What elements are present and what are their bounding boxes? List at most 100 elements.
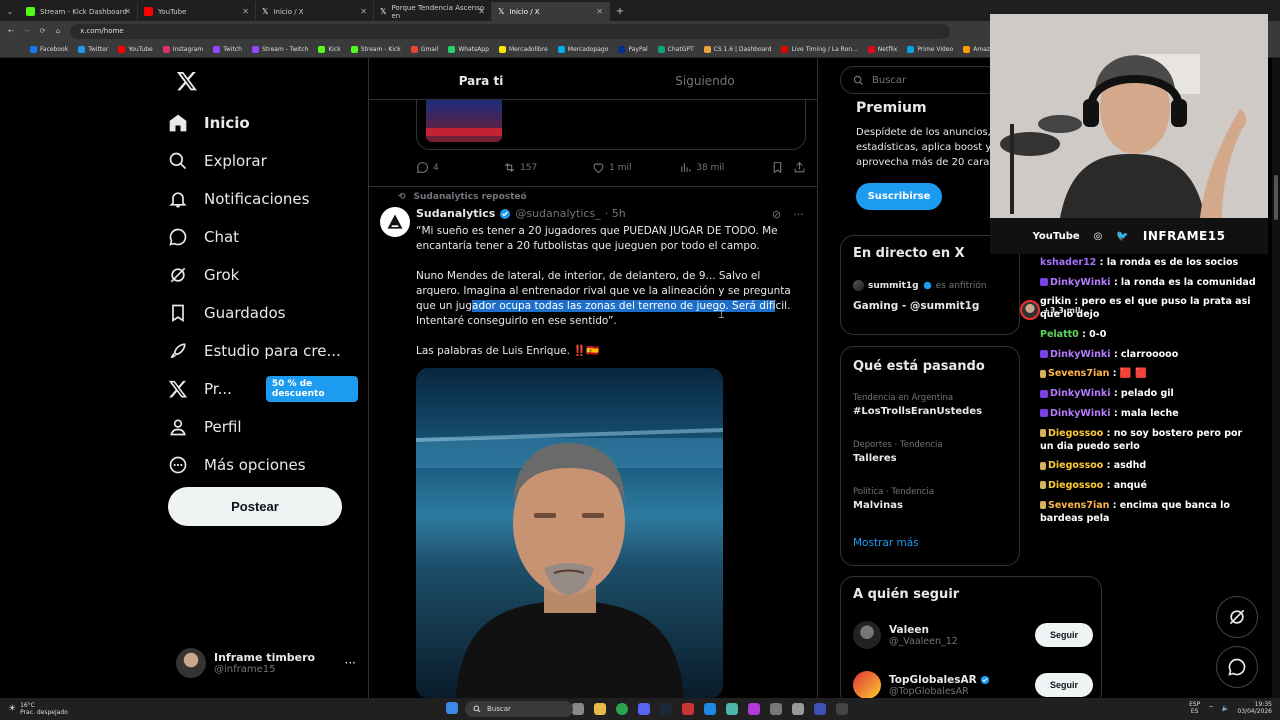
bookmark-item[interactable]: Instagram [162,45,203,53]
author-name[interactable]: Sudanalytics [416,207,495,220]
back-icon[interactable]: ← [8,27,14,35]
previous-post-thumbnail[interactable] [426,100,502,142]
app-icon[interactable] [726,703,738,715]
post-image[interactable] [416,368,723,698]
messages-floating-button[interactable] [1216,646,1258,688]
bookmark-item[interactable]: Twitter [78,45,108,53]
views-button[interactable]: 38 mil [679,161,771,174]
post-time[interactable]: · 5h [605,207,626,220]
bookmark-item[interactable]: WhatsApp [448,45,489,53]
nav-item-chat[interactable]: Chat [168,218,358,256]
app-icon[interactable] [836,703,848,715]
subscribe-button[interactable]: Suscribirse [856,183,942,210]
tab-kick-dashboard[interactable]: Stream - Kick Dashboard ✕ [20,2,138,21]
bookmark-item[interactable]: Stream - Kick [350,45,401,53]
app-icon[interactable] [748,703,760,715]
app-icon[interactable] [792,703,804,715]
tab-following[interactable]: Siguiendo [593,62,817,99]
discord-icon[interactable] [638,703,650,715]
new-tab-button[interactable]: + [610,2,630,21]
bookmark-button[interactable] [771,161,793,174]
nav-item-home[interactable]: Inicio [168,104,358,142]
windows-start-icon[interactable] [446,702,458,714]
forward-icon[interactable]: → [24,27,30,35]
follow-button[interactable]: Seguir [1035,673,1093,697]
scrollbar-thumb[interactable] [1274,175,1278,220]
bookmark-item[interactable]: Kick [318,45,341,53]
account-switcher[interactable]: Inframe timbero @inframe15 ··· [176,646,356,680]
nav-item-creator-studio[interactable]: Estudio para cre... [168,332,358,370]
tab-trend[interactable]: 𝕏 Porque Tendencia Ascenso en ✕ [374,2,492,21]
reload-icon[interactable]: ⟳ [40,27,46,35]
close-icon[interactable]: ✕ [478,7,485,16]
weather-widget[interactable]: ☀ 16°C Prac. despejado [0,702,68,716]
app-icon[interactable] [572,703,584,715]
app-icon[interactable] [682,703,694,715]
bookmark-item[interactable]: YouTube [118,45,153,53]
live-host[interactable]: summit1g es anfitrión [853,280,987,291]
bookmark-item[interactable]: Twitch [213,45,242,53]
close-icon[interactable]: ✕ [596,7,603,16]
author-handle[interactable]: @sudanalytics_ [515,207,600,220]
bookmark-item[interactable]: Netflix [867,45,897,53]
bookmark-item[interactable]: Stream - Twitch [251,45,308,53]
grok-floating-button[interactable] [1216,596,1258,638]
taskbar-search[interactable]: Buscar [465,701,573,717]
trend-item[interactable]: Deportes · Tendencia Talleres [853,440,943,464]
show-more-link[interactable]: Mostrar más [853,537,919,549]
bookmark-item[interactable]: CS 1.6 | Dashboard [703,45,771,53]
close-icon[interactable]: ✕ [124,7,131,16]
url-field[interactable]: x.com/home [70,23,951,39]
author-avatar[interactable] [380,207,410,237]
nav-item-notifications[interactable]: Notificaciones [168,180,358,218]
nav-item-more[interactable]: Más opciones [168,446,358,484]
chrome-icon[interactable] [616,703,628,715]
tab-x-home[interactable]: 𝕏 Inicio / X ✕ [256,2,374,21]
live-show-title[interactable]: Gaming - @summit1g [853,300,979,312]
more-dots-icon[interactable]: ··· [345,656,356,670]
nav-item-premium[interactable]: Pr... 50 % de descuento [168,370,358,408]
wifi-icon[interactable]: ⌔ [1208,704,1214,712]
app-icon[interactable] [814,703,826,715]
repost-button[interactable]: 157 [503,161,592,174]
close-icon[interactable]: ✕ [242,7,249,16]
bookmark-item[interactable]: Facebook [30,45,68,53]
bookmark-item[interactable]: Mercadopago [557,45,608,53]
steam-icon[interactable] [660,703,672,715]
post-button[interactable]: Postear [168,487,342,526]
tab-x-home-active[interactable]: 𝕏 Inicio / X ✕ [492,2,610,21]
bookmark-item[interactable]: PayPal [618,45,648,53]
nav-item-bookmarks[interactable]: Guardados [168,294,358,332]
scrollbar-track[interactable] [1272,58,1280,698]
grok-icon[interactable]: ⊘ [772,208,781,221]
trend-item[interactable]: Tendencia en Argentina #LosTrollsEranUst… [853,393,982,417]
bookmark-item[interactable]: ChatGPT [657,45,694,53]
trend-item[interactable]: Política · Tendencia Malvinas [853,487,934,511]
follow-button[interactable]: Seguir [1035,623,1093,647]
nav-item-grok[interactable]: Grok [168,256,358,294]
share-button[interactable] [793,161,806,174]
more-dots-icon[interactable]: ··· [793,208,804,221]
nav-item-explore[interactable]: Explorar [168,142,358,180]
app-icon[interactable] [770,703,782,715]
nav-item-profile[interactable]: Perfil [168,408,358,446]
tab-for-you[interactable]: Para ti [369,62,593,99]
bookmark-item[interactable]: Mercadolibre [498,45,548,53]
bookmark-item[interactable]: Live Timing / La Ron... [781,45,858,53]
tab-list-icon[interactable]: ⌄ [0,2,20,21]
bookmark-item[interactable]: Gmail [410,45,438,53]
reply-button[interactable]: 4 [416,161,503,174]
folder-icon[interactable] [594,703,606,715]
like-button[interactable]: 1 mil [592,161,679,174]
close-icon[interactable]: ✕ [360,7,367,16]
clock[interactable]: 19:35 03/04/2026 [1237,701,1272,715]
tab-youtube[interactable]: YouTube ✕ [138,2,256,21]
follow-suggestion[interactable]: Valeen @_Vaaleen_12 Seguir [853,621,1093,649]
language-indicator[interactable]: ESP ES [1189,701,1200,715]
bookmark-item[interactable]: Prime Video [907,45,953,53]
search-field[interactable]: Buscar [840,66,1000,94]
volume-icon[interactable]: 🔈 [1222,705,1229,712]
edge-icon[interactable] [704,703,716,715]
home-icon[interactable]: ⌂ [56,27,60,35]
follow-suggestion[interactable]: TopGlobalesAR @TopGlobalesAR Seguir [853,671,1093,699]
